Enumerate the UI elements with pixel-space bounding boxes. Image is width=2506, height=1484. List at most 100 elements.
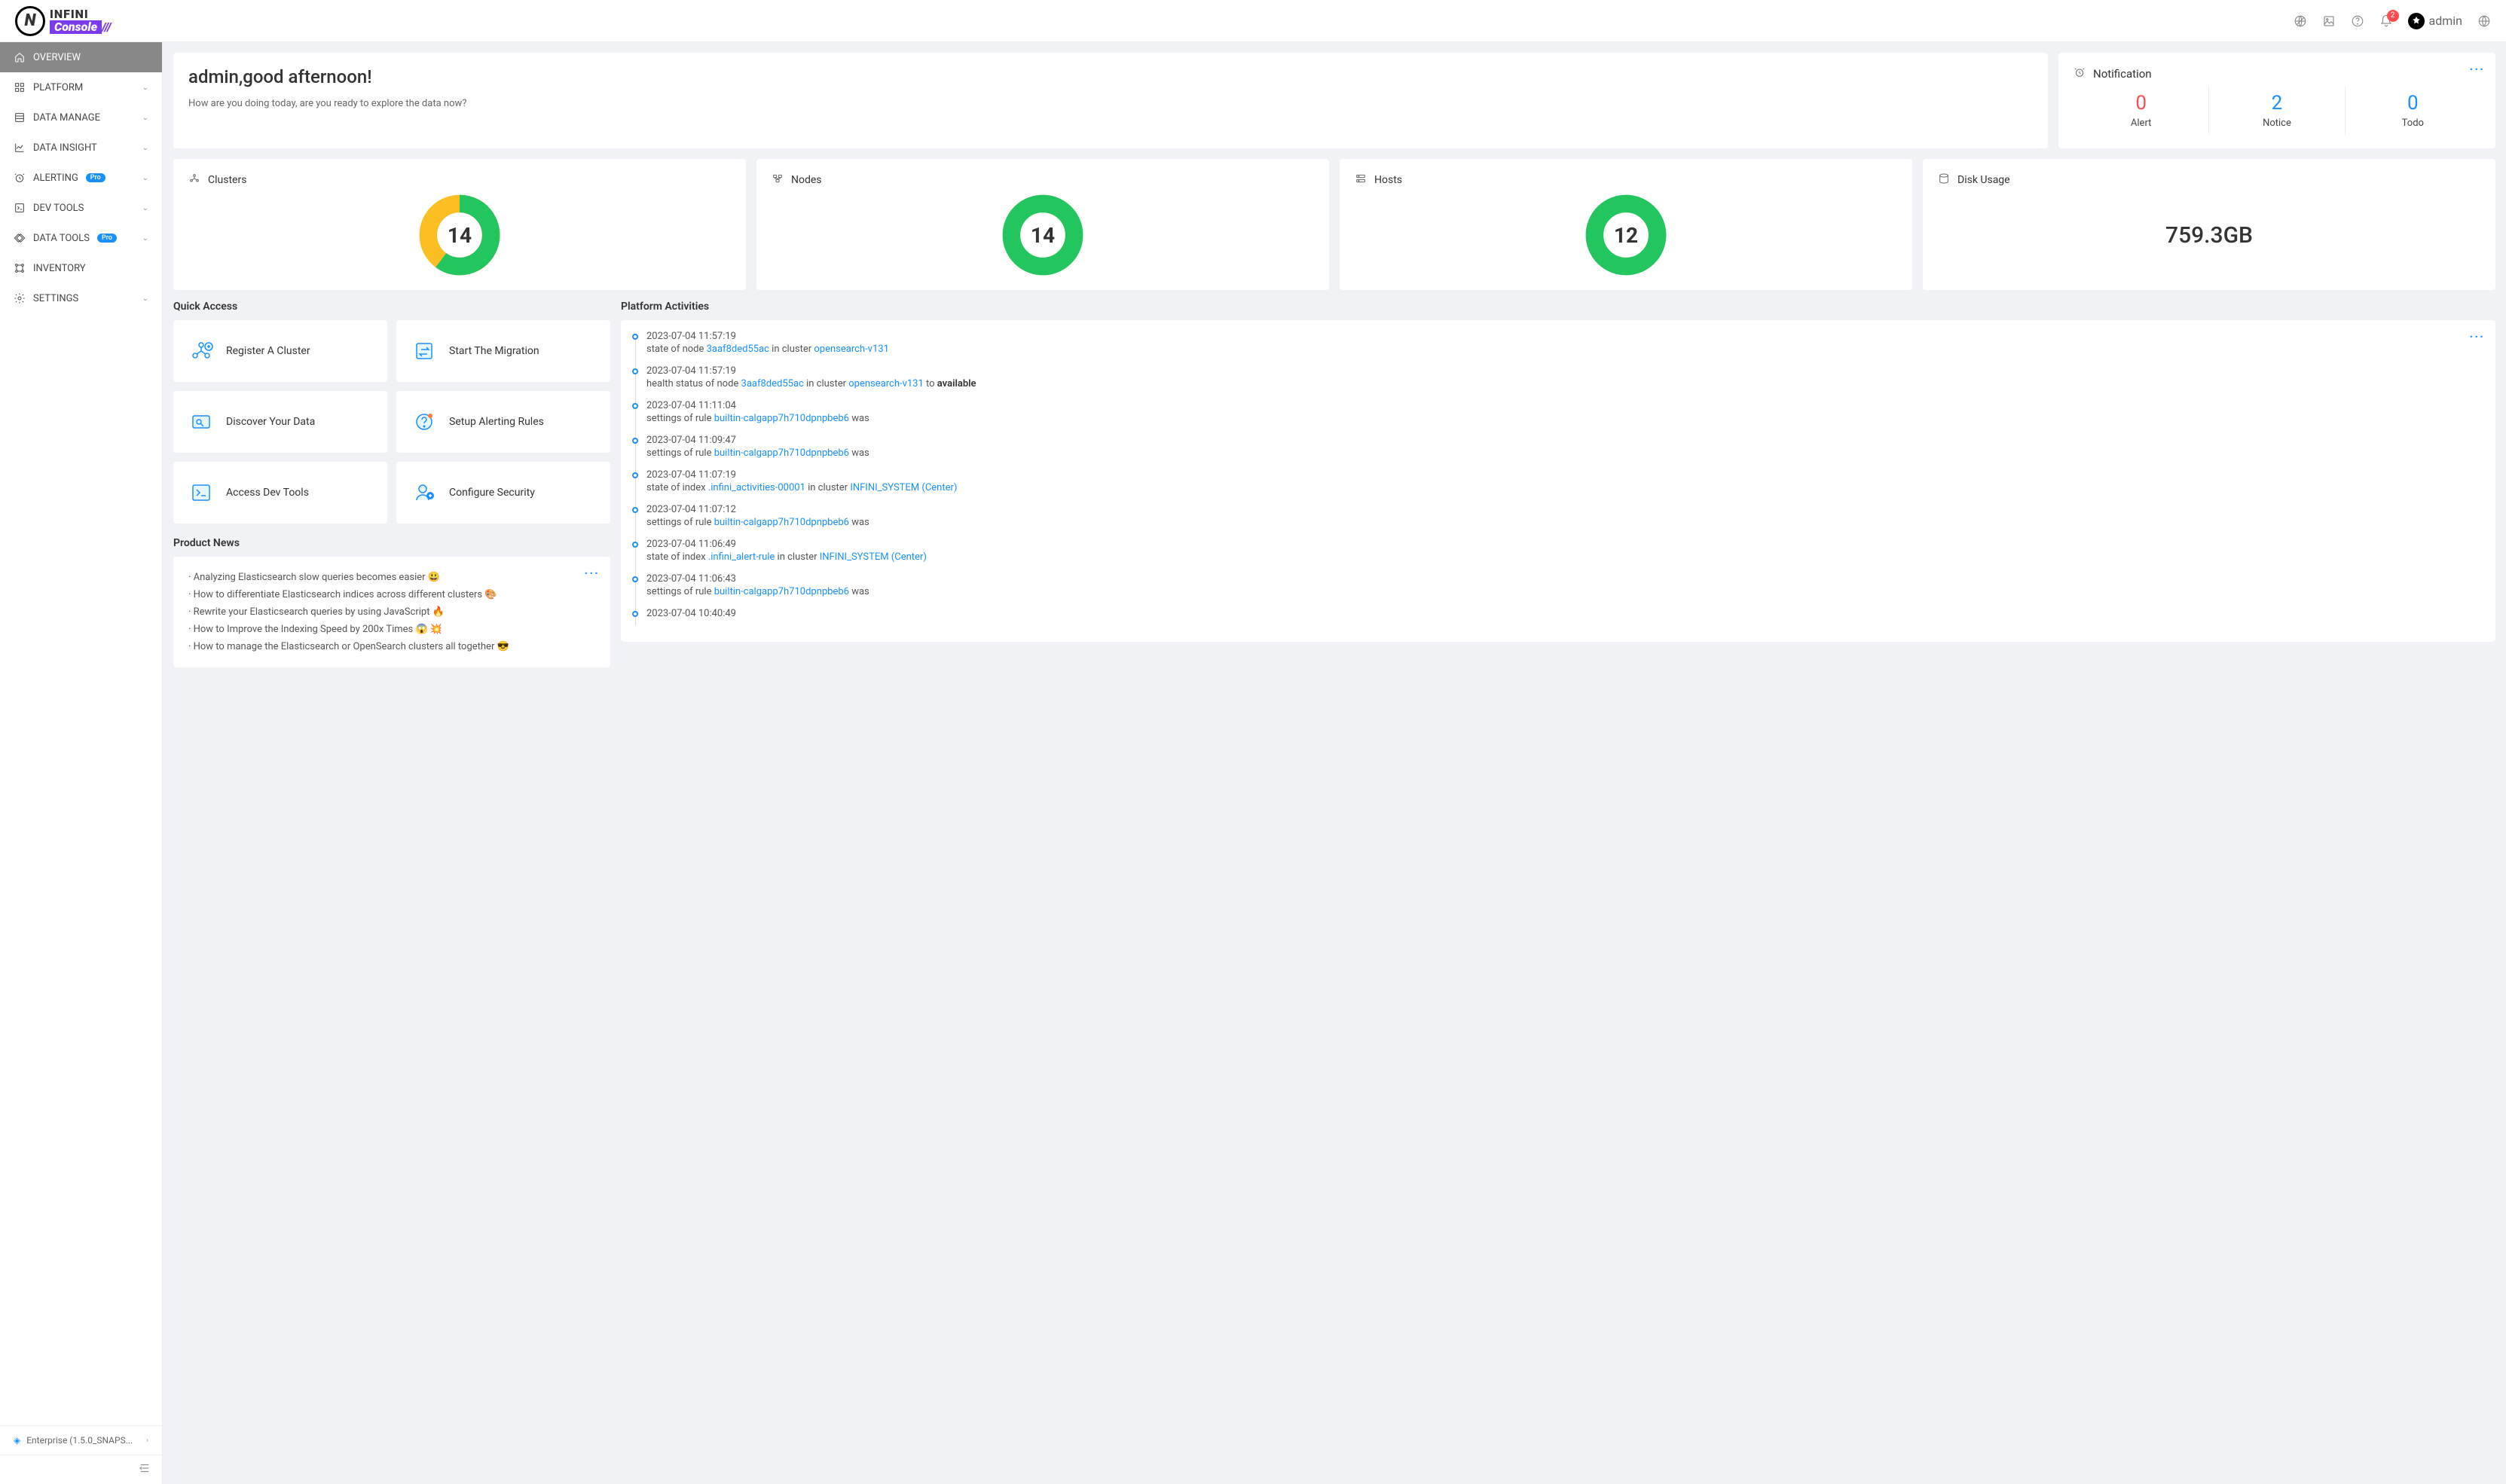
- notification-card: ··· Notification 0Alert2Notice0Todo: [2058, 53, 2495, 148]
- sidebar-icon: [14, 51, 26, 63]
- quick-access-setup-alerting-rules[interactable]: Setup Alerting Rules: [396, 391, 610, 453]
- bell-icon[interactable]: 2: [2379, 14, 2393, 28]
- quick-access-icon: [188, 338, 214, 364]
- activity-item: 2023-07-04 11:11:04 settings of rule buil…: [646, 400, 2480, 435]
- sidebar-icon: [14, 262, 26, 274]
- sidebar-item-settings[interactable]: SETTINGS⌄: [0, 283, 162, 313]
- quick-access-label: Access Dev Tools: [226, 487, 309, 499]
- disk-value: 759.3GB: [1938, 194, 2480, 276]
- logo-line1: INFINI: [50, 8, 112, 20]
- collapse-sidebar-button[interactable]: [138, 1461, 151, 1478]
- quick-access-start-the-migration[interactable]: Start The Migration: [396, 320, 610, 382]
- nodes-value: 14: [1001, 194, 1084, 276]
- nodes-icon: [772, 173, 784, 188]
- notification-badge: 2: [2387, 10, 2399, 22]
- activity-link[interactable]: builtin-calgapp7h710dpnpbeb6: [714, 413, 849, 424]
- cluster-icon: [188, 173, 200, 188]
- activities-card: ··· 2023-07-04 11:57:19state of node 3aa…: [621, 320, 2495, 642]
- quick-access-label: Start The Migration: [449, 345, 539, 357]
- sidebar-footer-version[interactable]: ◈ Enterprise (1.5.0_SNAPS... ›: [0, 1425, 162, 1455]
- help-icon[interactable]: [2351, 14, 2364, 28]
- quick-access-icon: [188, 409, 214, 435]
- activity-text: settings of rule builtin-calgapp7h710dpn…: [646, 413, 2480, 424]
- quick-access-configure-security[interactable]: Configure Security: [396, 462, 610, 524]
- picture-icon[interactable]: [2322, 14, 2336, 28]
- notif-stat-todo[interactable]: 0Todo: [2345, 86, 2480, 135]
- stat-label: Notice: [2209, 118, 2344, 129]
- activity-link[interactable]: 3aaf8ded55ac: [707, 344, 769, 355]
- activity-item: 2023-07-04 10:40:49: [646, 608, 2480, 631]
- activity-link[interactable]: opensearch-v131: [848, 378, 924, 389]
- diamond-icon: ◈: [14, 1435, 20, 1446]
- news-item[interactable]: · How to Improve the Indexing Speed by 2…: [188, 621, 595, 638]
- sidebar-item-dev-tools[interactable]: DEV TOOLS ⌄: [0, 193, 162, 223]
- activity-link[interactable]: INFINI_SYSTEM (Center): [820, 551, 927, 563]
- sidebar-item-data-manage[interactable]: DATA MANAGE⌄: [0, 102, 162, 133]
- activity-link[interactable]: 3aaf8ded55ac: [741, 378, 804, 389]
- notification-more-icon[interactable]: ···: [2470, 62, 2485, 76]
- disk-title: Disk Usage: [1957, 174, 2010, 186]
- news-item[interactable]: · Analyzing Elasticsearch slow queries b…: [188, 569, 595, 586]
- news-item[interactable]: · How to manage the Elasticsearch or Ope…: [188, 638, 595, 655]
- sidebar-item-alerting[interactable]: ALERTINGPro⌄: [0, 163, 162, 193]
- activity-time: 2023-07-04 11:07:19: [646, 469, 2480, 481]
- disk-usage-card: Disk Usage 759.3GB: [1923, 159, 2495, 290]
- sidebar-icon: [14, 202, 26, 214]
- pro-badge: Pro: [86, 173, 105, 182]
- chevron-down-icon: ⌄: [142, 84, 148, 92]
- activity-link[interactable]: .infini_alert-rule: [708, 551, 775, 563]
- clusters-title: Clusters: [208, 174, 246, 186]
- activity-time: 2023-07-04 11:11:04: [646, 400, 2480, 411]
- activity-link[interactable]: builtin-calgapp7h710dpnpbeb6: [714, 586, 849, 597]
- timeline-dot-icon: [632, 611, 638, 617]
- greeting-subtitle: How are you doing today, are you ready t…: [188, 98, 2033, 109]
- logo[interactable]: N INFINI Console///: [15, 6, 112, 36]
- timeline-dot-icon: [632, 507, 638, 513]
- avatar-icon: [2408, 13, 2425, 29]
- activity-item: 2023-07-04 11:07:19state of index .infin…: [646, 469, 2480, 504]
- quick-access-access-dev-tools[interactable]: Access Dev Tools: [173, 462, 387, 524]
- activity-link[interactable]: builtin-calgapp7h710dpnpbeb6: [714, 447, 849, 459]
- logo-mark-icon: N: [15, 6, 45, 36]
- sidebar-item-inventory[interactable]: INVENTORY: [0, 253, 162, 283]
- language-icon[interactable]: [2477, 14, 2491, 28]
- topbar: N INFINI Console/// 2 admin: [0, 0, 2506, 42]
- sidebar-item-platform[interactable]: PLATFORM⌄: [0, 72, 162, 102]
- activity-item: 2023-07-04 11:06:49state of index .infin…: [646, 539, 2480, 573]
- notif-stat-alert[interactable]: 0Alert: [2074, 86, 2208, 135]
- timeline-dot-icon: [632, 472, 638, 478]
- activity-item: 2023-07-04 11:09:47settings of rule buil…: [646, 435, 2480, 469]
- activity-time: 2023-07-04 10:40:49: [646, 608, 2480, 619]
- sidebar-label: DEV TOOLS: [33, 203, 84, 214]
- hosts-donut: 12: [1585, 194, 1667, 276]
- user-menu[interactable]: admin: [2408, 13, 2462, 29]
- sidebar-item-overview[interactable]: OVERVIEW: [0, 42, 162, 72]
- timeline-dot-icon: [632, 334, 638, 340]
- notif-stat-notice[interactable]: 2Notice: [2208, 86, 2344, 135]
- activity-text: settings of rule builtin-calgapp7h710dpn…: [646, 586, 2480, 597]
- quick-access-register-a-cluster[interactable]: Register A Cluster: [173, 320, 387, 382]
- sidebar-item-data-tools[interactable]: DATA TOOLSPro⌄: [0, 223, 162, 253]
- sidebar-icon: [14, 292, 26, 304]
- activity-link[interactable]: .infini_activities-00001: [708, 482, 805, 493]
- activity-link[interactable]: builtin-calgapp7h710dpnpbeb6: [714, 517, 849, 528]
- activity-time: 2023-07-04 11:06:43: [646, 573, 2480, 585]
- activity-item: 2023-07-04 11:57:19health status of node…: [646, 365, 2480, 400]
- activity-link[interactable]: opensearch-v131: [814, 344, 889, 355]
- quick-access-icon: [188, 480, 214, 505]
- activity-link[interactable]: INFINI_SYSTEM (Center): [850, 482, 957, 493]
- sidebar-item-data-insight[interactable]: DATA INSIGHT⌄: [0, 133, 162, 163]
- notification-title: Notification: [2093, 67, 2152, 81]
- activity-time: 2023-07-04 11:09:47: [646, 435, 2480, 446]
- news-more-icon[interactable]: ···: [585, 566, 600, 580]
- chevron-down-icon: ⌄: [142, 204, 148, 212]
- hosts-icon: [1355, 173, 1367, 188]
- news-item[interactable]: · Rewrite your Elasticsearch queries by …: [188, 603, 595, 621]
- sidebar-label: OVERVIEW: [33, 52, 81, 63]
- quick-access-label: Setup Alerting Rules: [449, 416, 544, 428]
- quick-access-label: Discover Your Data: [226, 416, 315, 428]
- chevron-down-icon: ⌄: [142, 295, 148, 303]
- quick-access-discover-your-data[interactable]: Discover Your Data: [173, 391, 387, 453]
- news-item[interactable]: · How to differentiate Elasticsearch ind…: [188, 586, 595, 603]
- globe-disabled-icon[interactable]: [2294, 14, 2307, 28]
